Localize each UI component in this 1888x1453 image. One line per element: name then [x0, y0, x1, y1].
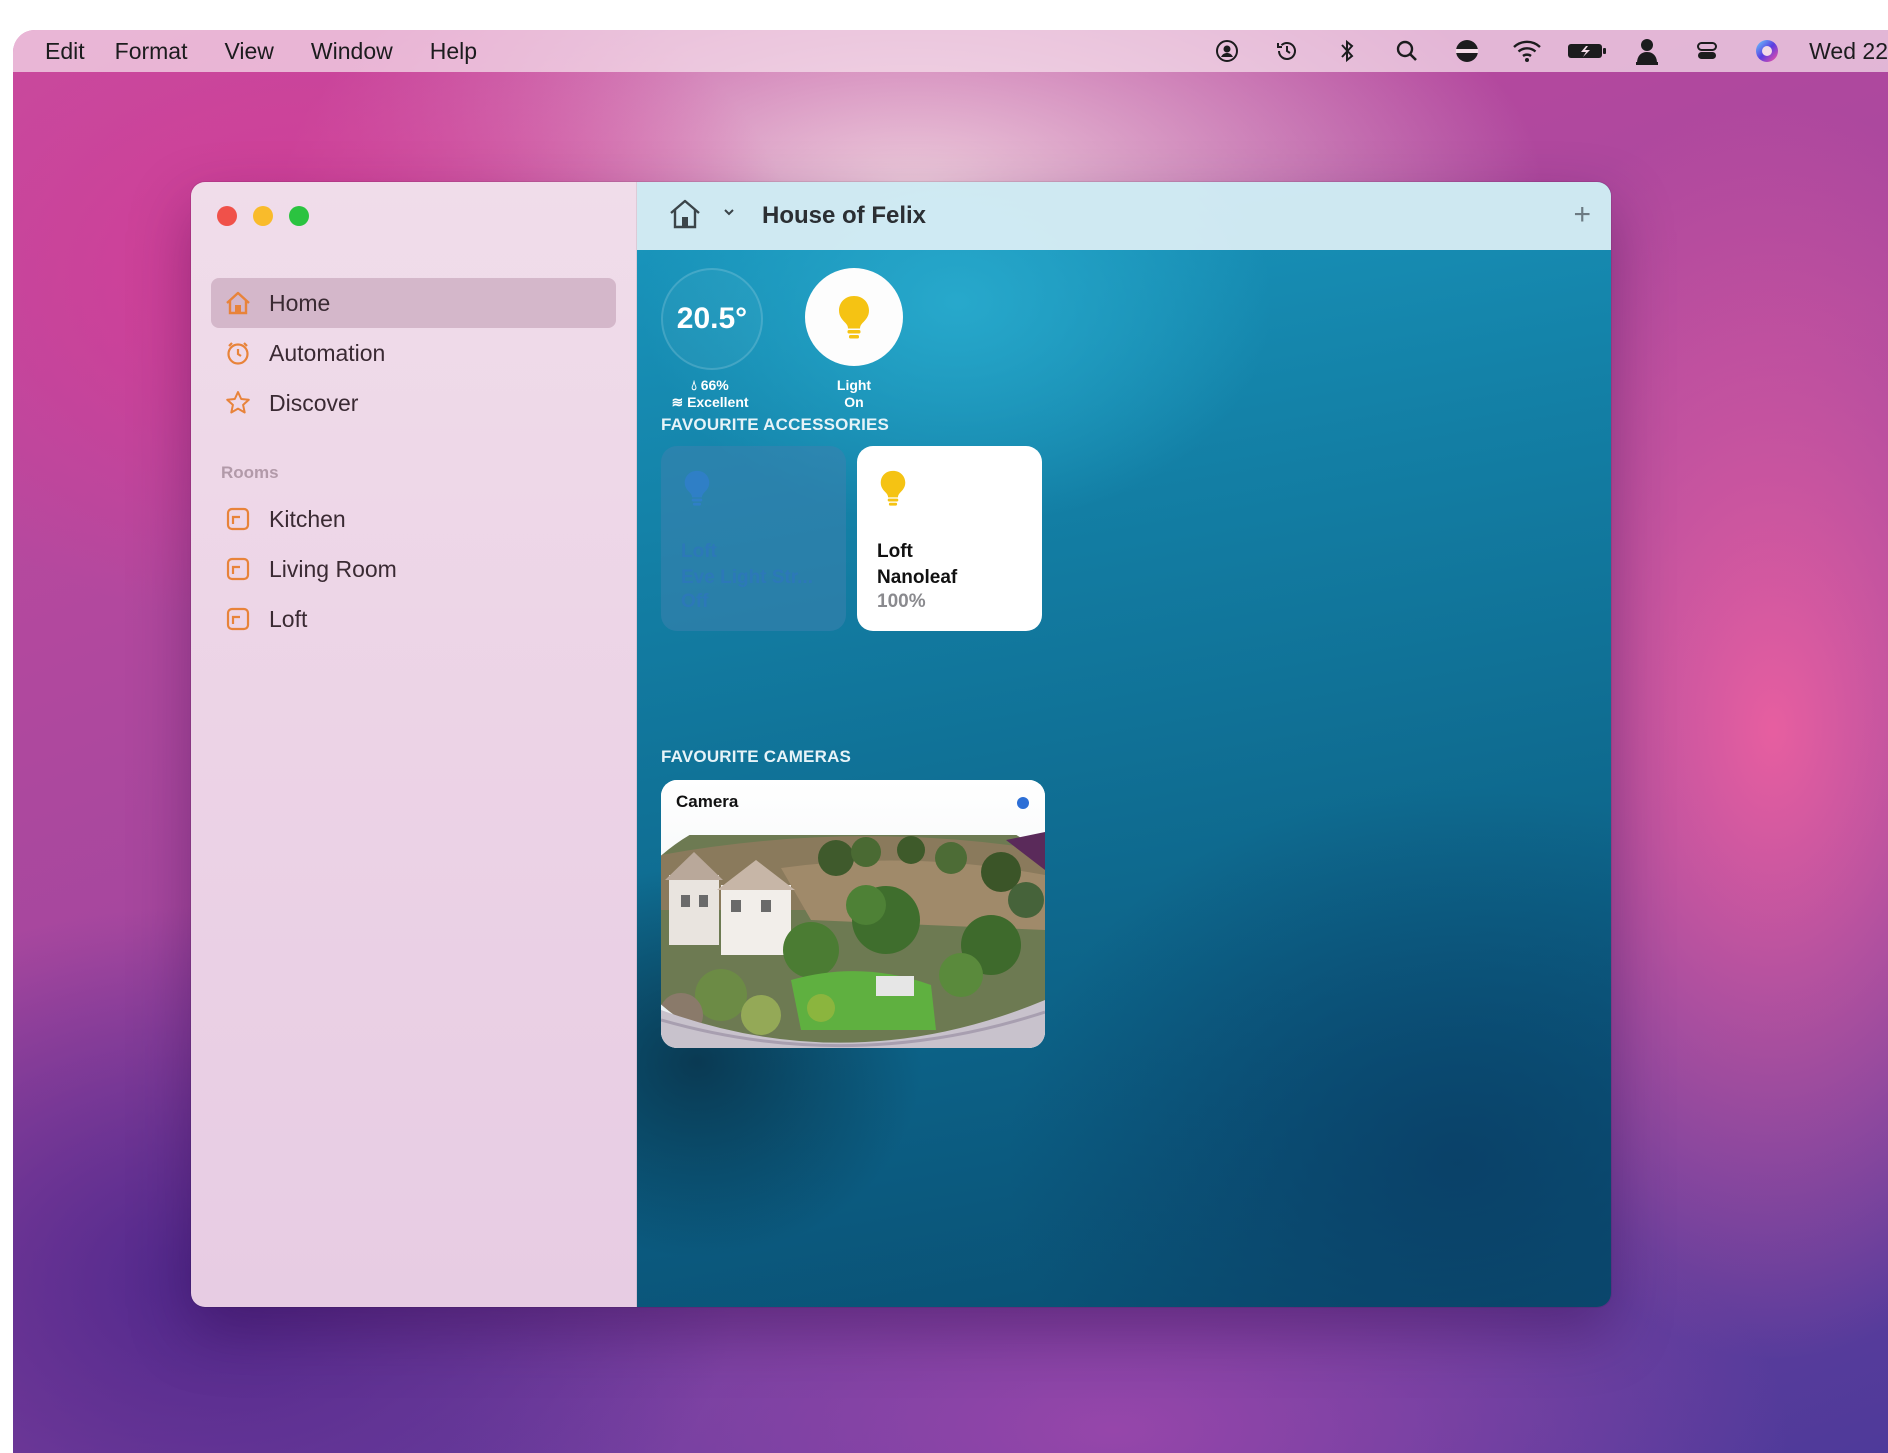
menu-help[interactable]: Help — [430, 38, 477, 65]
sidebar-item-label: Kitchen — [269, 505, 346, 532]
home-title[interactable]: House of Felix — [762, 182, 926, 250]
home-app-window: Home Automation Discover Rooms Kitchen L… — [191, 182, 1611, 1307]
camera-snapshot-image — [661, 780, 1045, 1048]
light-bulb-icon — [839, 296, 869, 339]
temperature-value: 20.5° — [676, 302, 748, 335]
home-icon — [223, 288, 253, 318]
bluetooth-icon[interactable] — [1327, 30, 1367, 72]
room-icon — [223, 604, 253, 634]
accessory-room: Loft — [681, 541, 717, 562]
menu-bar: Edit Format View Window Help Wed 22 — [13, 30, 1888, 72]
close-button[interactable] — [217, 206, 237, 226]
favourite-accessories-header: FAVOURITE ACCESSORIES — [661, 415, 890, 434]
home-main-pane: House of Felix + 20.5° 💧︎ 66% ≋ Excellen… — [637, 182, 1611, 1307]
user-silhouette-icon[interactable] — [1627, 30, 1667, 72]
light-bulb-icon[interactable] — [679, 464, 715, 517]
wifi-icon[interactable] — [1507, 30, 1547, 72]
search-icon[interactable] — [1387, 30, 1427, 72]
control-center-icon[interactable] — [1687, 30, 1727, 72]
temperature-status[interactable]: 20.5° — [661, 268, 763, 370]
automation-icon — [223, 338, 253, 368]
desktop: Edit Format View Window Help Wed 22 Home… — [13, 30, 1888, 1453]
camera-label: Camera — [676, 792, 739, 811]
sidebar-item-label: Automation — [269, 339, 386, 366]
menu-window[interactable]: Window — [311, 38, 393, 65]
accessory-name: Loft Eve Light Str... — [681, 539, 831, 591]
sidebar-item-living-room[interactable]: Living Room — [211, 544, 616, 594]
menu-edit[interactable]: Edit — [45, 38, 85, 65]
battery-icon[interactable] — [1567, 30, 1607, 72]
menu-format[interactable]: Format — [115, 38, 188, 65]
light-label: Light — [836, 377, 872, 393]
sidebar: Home Automation Discover Rooms Kitchen L… — [191, 182, 637, 1307]
light-state: On — [844, 394, 864, 410]
toolbar: House of Felix + — [637, 182, 1611, 250]
status-menus: Wed 22 — [1187, 30, 1888, 72]
window-controls — [217, 206, 325, 226]
sidebar-item-home[interactable]: Home — [211, 278, 616, 328]
accessory-tile-eve-light-strip[interactable]: Loft Eve Light Str... Off — [661, 446, 846, 631]
sidebar-item-label: Home — [269, 289, 331, 316]
accessory-title: Nanoleaf — [877, 567, 958, 588]
sidebar-item-label: Loft — [269, 605, 308, 632]
accessory-tile-nanoleaf[interactable]: Loft Nanoleaf 100% — [857, 446, 1042, 631]
camera-tile[interactable]: Camera — [661, 780, 1045, 1048]
air-quality-value: Excellent — [687, 394, 749, 410]
chevron-down-icon[interactable] — [721, 204, 737, 225]
sidebar-item-kitchen[interactable]: Kitchen — [211, 494, 616, 544]
accessory-name: Loft Nanoleaf — [877, 539, 1027, 591]
accessory-status: Off — [681, 591, 709, 612]
droplet-icon: 💧︎ — [691, 377, 697, 393]
accessory-title: Eve Light Str... — [681, 567, 813, 588]
room-icon — [223, 554, 253, 584]
light-bulb-icon[interactable] — [875, 464, 911, 517]
time-machine-icon[interactable] — [1267, 30, 1307, 72]
light-status[interactable] — [805, 268, 903, 366]
siri-icon[interactable] — [1747, 30, 1787, 72]
add-button[interactable]: + — [1573, 182, 1591, 250]
user-circle-icon[interactable] — [1207, 30, 1247, 72]
zoom-button[interactable] — [289, 206, 309, 226]
minimize-button[interactable] — [253, 206, 273, 226]
accessory-status: 100% — [877, 591, 926, 612]
home-menu-icon[interactable] — [667, 196, 703, 237]
room-icon — [223, 504, 253, 534]
light-status-label: Light On — [794, 377, 914, 411]
sidebar-item-automation[interactable]: Automation — [211, 328, 616, 378]
rooms-section-header: Rooms — [221, 463, 279, 482]
humidity-value: 66% — [700, 377, 729, 393]
menu-view[interactable]: View — [224, 38, 273, 65]
favourite-cameras-header: FAVOURITE CAMERAS — [661, 747, 852, 766]
air-quality-icon: ≋ — [671, 394, 684, 410]
star-icon — [223, 388, 253, 418]
climate-details: 💧︎ 66% ≋ Excellent — [649, 377, 771, 411]
sidebar-item-label: Living Room — [269, 555, 397, 582]
sidebar-item-discover[interactable]: Discover — [211, 378, 616, 428]
sidebar-item-label: Discover — [269, 389, 359, 416]
vpn-icon[interactable] — [1447, 30, 1487, 72]
accessory-room: Loft — [877, 541, 913, 562]
camera-status-dot — [1017, 797, 1029, 809]
sidebar-item-loft[interactable]: Loft — [211, 594, 616, 644]
menubar-clock[interactable]: Wed 22 — [1809, 38, 1888, 65]
